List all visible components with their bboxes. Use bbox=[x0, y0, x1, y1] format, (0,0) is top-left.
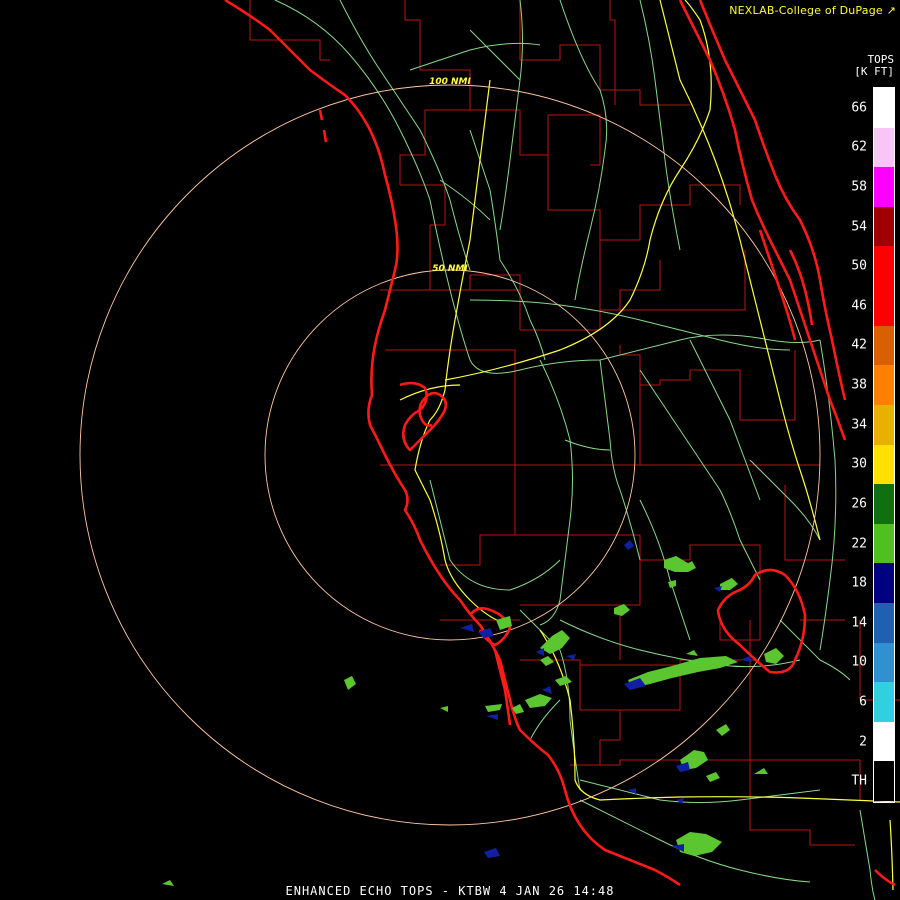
scale-bin bbox=[874, 563, 894, 604]
product-footer: ENHANCED ECHO TOPS - KTBW 4 JAN 26 14:48 bbox=[285, 884, 615, 898]
legend-title: TOPS [K FT] bbox=[854, 54, 894, 78]
color-scale bbox=[873, 87, 895, 803]
credit-label: NEXLAB-College of DuPage bbox=[729, 4, 883, 17]
scale-bin bbox=[874, 761, 894, 802]
scale-bin bbox=[874, 484, 894, 525]
scale-label: 34 bbox=[851, 417, 867, 433]
scale-label: 18 bbox=[851, 575, 867, 591]
ring-label-100nmi: 100 NMI bbox=[429, 77, 471, 87]
scale-bin bbox=[874, 523, 894, 564]
scale-bin bbox=[874, 325, 894, 366]
legend-title-line2: [K FT] bbox=[854, 65, 894, 78]
scale-label: TH bbox=[851, 773, 867, 789]
scale-label: 42 bbox=[851, 337, 867, 353]
scale-bin bbox=[874, 404, 894, 445]
scale-label: 2 bbox=[859, 734, 867, 750]
scale-label: 62 bbox=[851, 139, 867, 155]
scale-label: 46 bbox=[851, 298, 867, 314]
scale-bin bbox=[874, 682, 894, 723]
scale-bin bbox=[874, 365, 894, 406]
radar-map: 100 NMI 50 NMI bbox=[0, 0, 900, 900]
scale-bin bbox=[874, 246, 894, 287]
scale-bin bbox=[874, 642, 894, 683]
scale-label: 14 bbox=[851, 615, 867, 631]
scale-label: 30 bbox=[851, 456, 867, 472]
scale-bin bbox=[874, 206, 894, 247]
scale-bin bbox=[874, 167, 894, 208]
scale-bin bbox=[874, 127, 894, 168]
scale-label: 6 bbox=[859, 694, 867, 710]
scale-label: 54 bbox=[851, 219, 867, 235]
scale-label: 10 bbox=[851, 654, 867, 670]
credit-text: NEXLAB-College of DuPage ↗ bbox=[729, 4, 896, 17]
scale-bin bbox=[874, 602, 894, 643]
arrow-logo-icon: ↗ bbox=[886, 4, 896, 17]
scale-bin bbox=[874, 88, 894, 128]
scale-label: 38 bbox=[851, 377, 867, 393]
scale-bin bbox=[874, 286, 894, 327]
scale-label: 22 bbox=[851, 536, 867, 552]
scale-bin bbox=[874, 444, 894, 485]
scale-label: 66 bbox=[851, 100, 867, 116]
scale-bin bbox=[874, 721, 894, 762]
scale-label: 26 bbox=[851, 496, 867, 512]
scale-label: 58 bbox=[851, 179, 867, 195]
scale-label: 50 bbox=[851, 258, 867, 274]
ring-label-50nmi: 50 NMI bbox=[432, 264, 468, 274]
